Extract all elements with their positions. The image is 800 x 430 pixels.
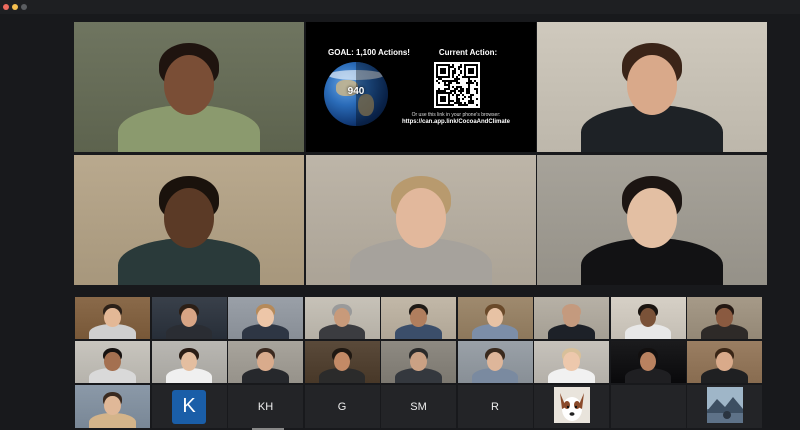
participant-figure bbox=[687, 341, 762, 383]
participant-figure bbox=[537, 22, 767, 152]
participant-figure bbox=[611, 297, 686, 339]
gallery-participant-tile[interactable] bbox=[151, 341, 227, 383]
gallery-participant-tile[interactable] bbox=[75, 341, 150, 383]
participant-face bbox=[410, 351, 427, 372]
participant-name-tile[interactable]: G bbox=[304, 385, 380, 428]
gallery-participant-tile[interactable] bbox=[228, 341, 303, 383]
participant-video-tile[interactable] bbox=[537, 155, 767, 285]
gallery-participant-tile[interactable] bbox=[687, 297, 762, 339]
participant-figure bbox=[381, 341, 456, 383]
mountain-landscape-icon bbox=[706, 387, 743, 426]
participant-figure bbox=[534, 297, 609, 339]
gallery-participant-tile[interactable] bbox=[534, 341, 609, 383]
participant-figure bbox=[75, 297, 150, 339]
gallery-participant-tile[interactable] bbox=[151, 297, 227, 339]
goal-label: GOAL: 1,100 Actions! bbox=[328, 48, 410, 57]
avatar-initial-badge: K bbox=[172, 389, 206, 424]
participant-face bbox=[104, 307, 121, 328]
empty-participant-tile[interactable] bbox=[610, 385, 686, 428]
action-counter: 940 bbox=[347, 86, 365, 97]
current-action-label: Current Action: bbox=[438, 48, 498, 57]
participant-face bbox=[395, 188, 447, 249]
participant-figure bbox=[611, 341, 686, 383]
window-titlebar bbox=[0, 0, 800, 14]
participant-figure bbox=[687, 297, 762, 339]
participant-figure bbox=[458, 297, 533, 339]
participant-name-tile[interactable]: SM bbox=[381, 385, 456, 428]
participant-figure bbox=[534, 341, 609, 383]
minimize-window-button[interactable] bbox=[12, 4, 18, 10]
participant-video-tile[interactable] bbox=[306, 155, 536, 285]
participant-figure bbox=[305, 341, 380, 383]
gallery-participant-tile[interactable] bbox=[304, 297, 380, 339]
action-link[interactable]: https://can.app.link/CocoaAndClimate bbox=[386, 119, 526, 125]
participant-video-tile[interactable] bbox=[74, 155, 304, 285]
participant-face bbox=[716, 351, 733, 372]
participant-figure bbox=[458, 341, 533, 383]
participant-face bbox=[104, 396, 121, 416]
gallery-participant-tile[interactable] bbox=[304, 341, 380, 383]
gallery-participant-tile[interactable] bbox=[228, 297, 303, 339]
gallery-participant-tile[interactable] bbox=[534, 297, 609, 339]
participant-name-label: KH bbox=[257, 400, 274, 413]
participant-face bbox=[257, 307, 274, 328]
participant-name-label: R bbox=[491, 400, 499, 413]
gallery-participant-tile[interactable] bbox=[75, 297, 150, 339]
participant-video-tile[interactable] bbox=[537, 22, 767, 152]
participant-figure bbox=[228, 341, 303, 383]
participant-name-tile[interactable]: KH bbox=[228, 385, 303, 428]
gallery-participant-tile[interactable] bbox=[381, 341, 456, 383]
gallery-participant-tile[interactable] bbox=[610, 341, 686, 383]
participant-face bbox=[626, 188, 678, 249]
gallery-participant-tile[interactable] bbox=[381, 297, 456, 339]
participant-face bbox=[626, 55, 678, 116]
close-window-button[interactable] bbox=[3, 4, 9, 10]
participant-figure bbox=[306, 155, 536, 285]
gallery-participant-tile[interactable] bbox=[457, 341, 533, 383]
participant-figure bbox=[74, 155, 304, 285]
participant-figure bbox=[75, 385, 150, 428]
participant-name-label: SM bbox=[410, 400, 427, 413]
qr-code-icon[interactable] bbox=[434, 62, 480, 108]
participant-name-tile[interactable]: R bbox=[457, 385, 533, 428]
gallery-participant-tile[interactable] bbox=[610, 297, 686, 339]
gallery-participant-tile[interactable] bbox=[457, 297, 533, 339]
participant-figure bbox=[152, 297, 227, 339]
gallery-participant-tile[interactable] bbox=[75, 385, 150, 428]
avatar-tile-dog[interactable] bbox=[534, 385, 609, 428]
participant-figure bbox=[152, 341, 227, 383]
participant-face bbox=[257, 351, 274, 372]
participant-face bbox=[716, 307, 733, 328]
participant-face bbox=[163, 188, 215, 249]
participant-face bbox=[104, 351, 121, 372]
participant-figure bbox=[75, 341, 150, 383]
participant-face bbox=[410, 307, 427, 328]
dog-avatar-icon bbox=[553, 387, 590, 426]
participant-figure bbox=[381, 297, 456, 339]
participant-name-label: G bbox=[337, 400, 347, 413]
participant-figure bbox=[228, 297, 303, 339]
participant-figure bbox=[537, 155, 767, 285]
gallery-participant-tile[interactable] bbox=[687, 341, 762, 383]
avatar-tile-landscape[interactable] bbox=[687, 385, 762, 428]
participant-figure bbox=[305, 297, 380, 339]
participant-video-tile[interactable] bbox=[74, 22, 304, 152]
link-hint-text: Or use this link in your phone's browser… bbox=[411, 112, 501, 118]
zoom-window-button[interactable] bbox=[21, 4, 27, 10]
avatar-tile-k[interactable]: K bbox=[151, 385, 227, 428]
participant-face bbox=[563, 307, 580, 328]
participant-face bbox=[163, 55, 215, 116]
shared-screen-tile[interactable]: GOAL: 1,100 Actions! Current Action: 940 Or… bbox=[306, 22, 536, 152]
participant-figure bbox=[74, 22, 304, 152]
participant-face bbox=[563, 351, 580, 372]
